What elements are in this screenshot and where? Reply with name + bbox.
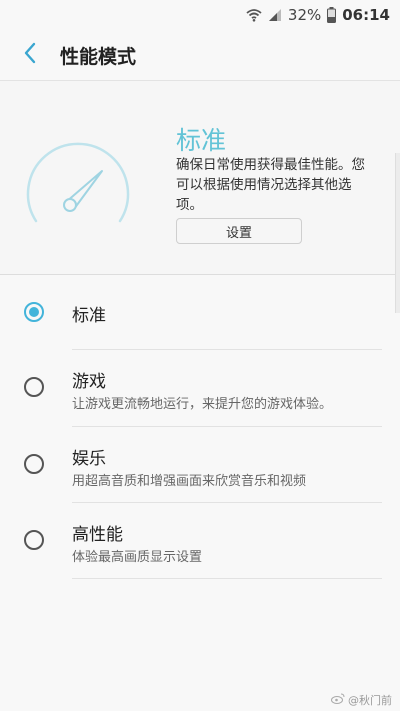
option-game[interactable]: 游戏 让游戏更流畅地运行，来提升您的游戏体验。 [0, 350, 400, 427]
radio-button[interactable] [24, 530, 44, 550]
clock: 06:14 [342, 6, 390, 24]
watermark-text: @秋门前 [348, 694, 392, 707]
option-label: 标准 [72, 306, 106, 326]
option-standard[interactable]: 标准 [0, 275, 400, 350]
battery-percent: 32% [287, 6, 322, 24]
option-label: 娱乐 [72, 449, 106, 469]
option-high-performance[interactable]: 高性能 体验最高画质显示设置 [0, 503, 400, 579]
performance-mode-list: 标准 游戏 让游戏更流畅地运行，来提升您的游戏体验。 娱乐 用超高音质和增强画面… [0, 275, 400, 579]
divider [72, 578, 382, 579]
signal-icon [268, 8, 282, 22]
chevron-left-icon [23, 42, 37, 68]
app-bar: 性能模式 [0, 30, 400, 81]
option-subtitle: 用超高音质和增强画面来欣赏音乐和视频 [72, 474, 307, 489]
speedometer-icon [22, 141, 134, 227]
current-mode-description: 确保日常使用获得最佳性能。您可以根据使用情况选择其他选项。 [176, 157, 365, 213]
page-title: 性能模式 [60, 45, 137, 68]
settings-button[interactable]: 设置 [176, 218, 302, 244]
mode-summary-panel: 标准 确保日常使用获得最佳性能。您可以根据使用情况选择其他选项。 设置 [0, 81, 400, 275]
option-subtitle: 体验最高画质显示设置 [72, 550, 203, 565]
option-subtitle: 让游戏更流畅地运行，来提升您的游戏体验。 [72, 397, 333, 412]
weibo-logo-icon [331, 693, 345, 707]
back-button[interactable] [0, 30, 60, 80]
option-label: 游戏 [72, 372, 106, 392]
option-label: 高性能 [72, 525, 123, 545]
current-mode-title: 标准 [176, 126, 227, 155]
radio-button-checked[interactable] [24, 302, 44, 322]
radio-button[interactable] [24, 377, 44, 397]
status-bar: 32% 06:14 [0, 0, 400, 30]
radio-button[interactable] [24, 454, 44, 474]
watermark: @秋门前 [331, 692, 392, 708]
wifi-icon [246, 8, 262, 22]
battery-icon [327, 7, 337, 23]
option-entertainment[interactable]: 娱乐 用超高音质和增强画面来欣赏音乐和视频 [0, 427, 400, 503]
